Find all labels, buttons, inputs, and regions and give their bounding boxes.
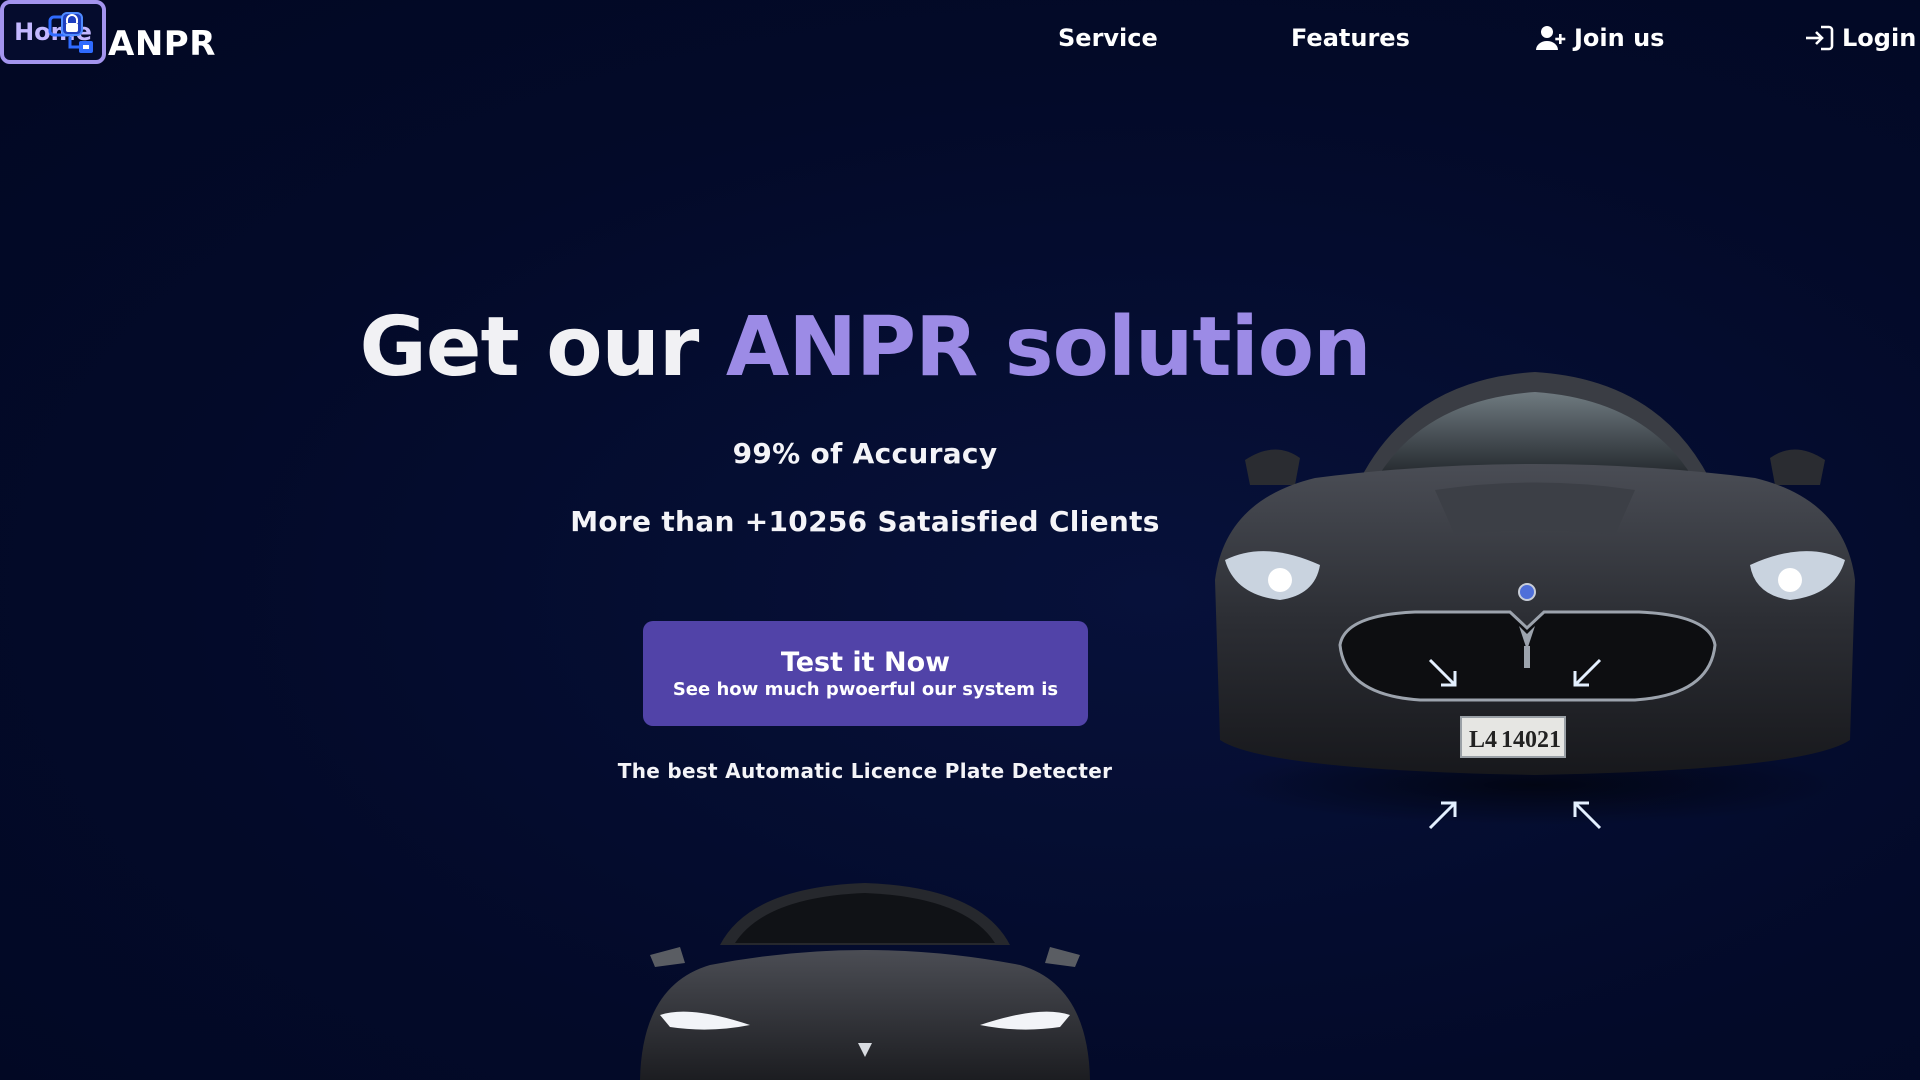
cta-title: Test it Now <box>780 646 951 678</box>
hero-title-prefix: Get our <box>359 300 726 395</box>
nav-features-link[interactable]: Features <box>1291 24 1410 52</box>
landing-page: ANPR Home Service Features Join us Login… <box>0 0 1920 1080</box>
login-icon <box>1806 25 1834 51</box>
brand-name: ANPR <box>108 24 216 64</box>
plate-left-text: L4 <box>1469 727 1497 753</box>
plate-number-text: 14021 <box>1501 727 1561 753</box>
brand[interactable]: ANPR <box>48 10 216 64</box>
nav-login-label: Login <box>1842 24 1917 52</box>
nav-service-link[interactable]: Service <box>1058 24 1158 52</box>
user-plus-icon <box>1536 26 1566 50</box>
nav-service-label: Service <box>1058 24 1158 52</box>
nav-features-label: Features <box>1291 24 1410 52</box>
car-front-image: L4 14021 <box>1215 372 1855 830</box>
top-navbar: ANPR Home Service Features Join us Login <box>0 0 1920 82</box>
network-security-icon <box>48 12 93 53</box>
nav-join-label: Join us <box>1574 24 1665 52</box>
nav-login-link[interactable]: Login <box>1804 24 1916 52</box>
car-bottom-image <box>640 883 1090 1080</box>
cta-subtitle: See how much pwoerful our system is <box>672 678 1059 700</box>
test-it-now-button[interactable]: Test it Now See how much pwoerful our sy… <box>643 621 1088 726</box>
nav-join-link[interactable]: Join us <box>1536 24 1664 52</box>
